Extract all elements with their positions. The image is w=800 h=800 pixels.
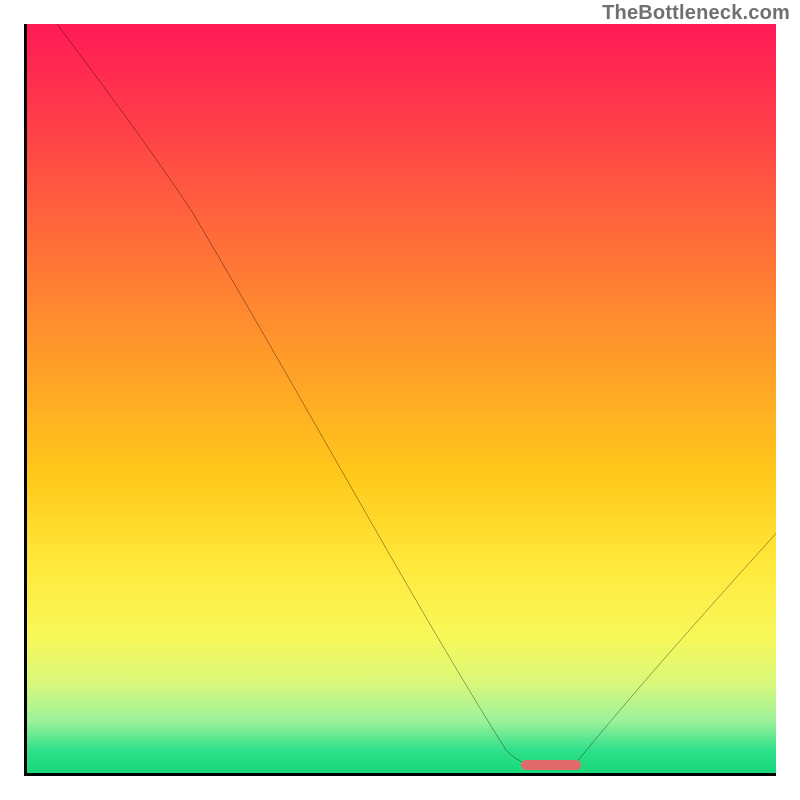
bottleneck-curve xyxy=(27,24,776,773)
watermark-text: TheBottleneck.com xyxy=(602,2,790,25)
highlight-marker xyxy=(521,760,581,770)
chart-frame: TheBottleneck.com xyxy=(0,0,800,800)
plot-area xyxy=(24,24,776,776)
